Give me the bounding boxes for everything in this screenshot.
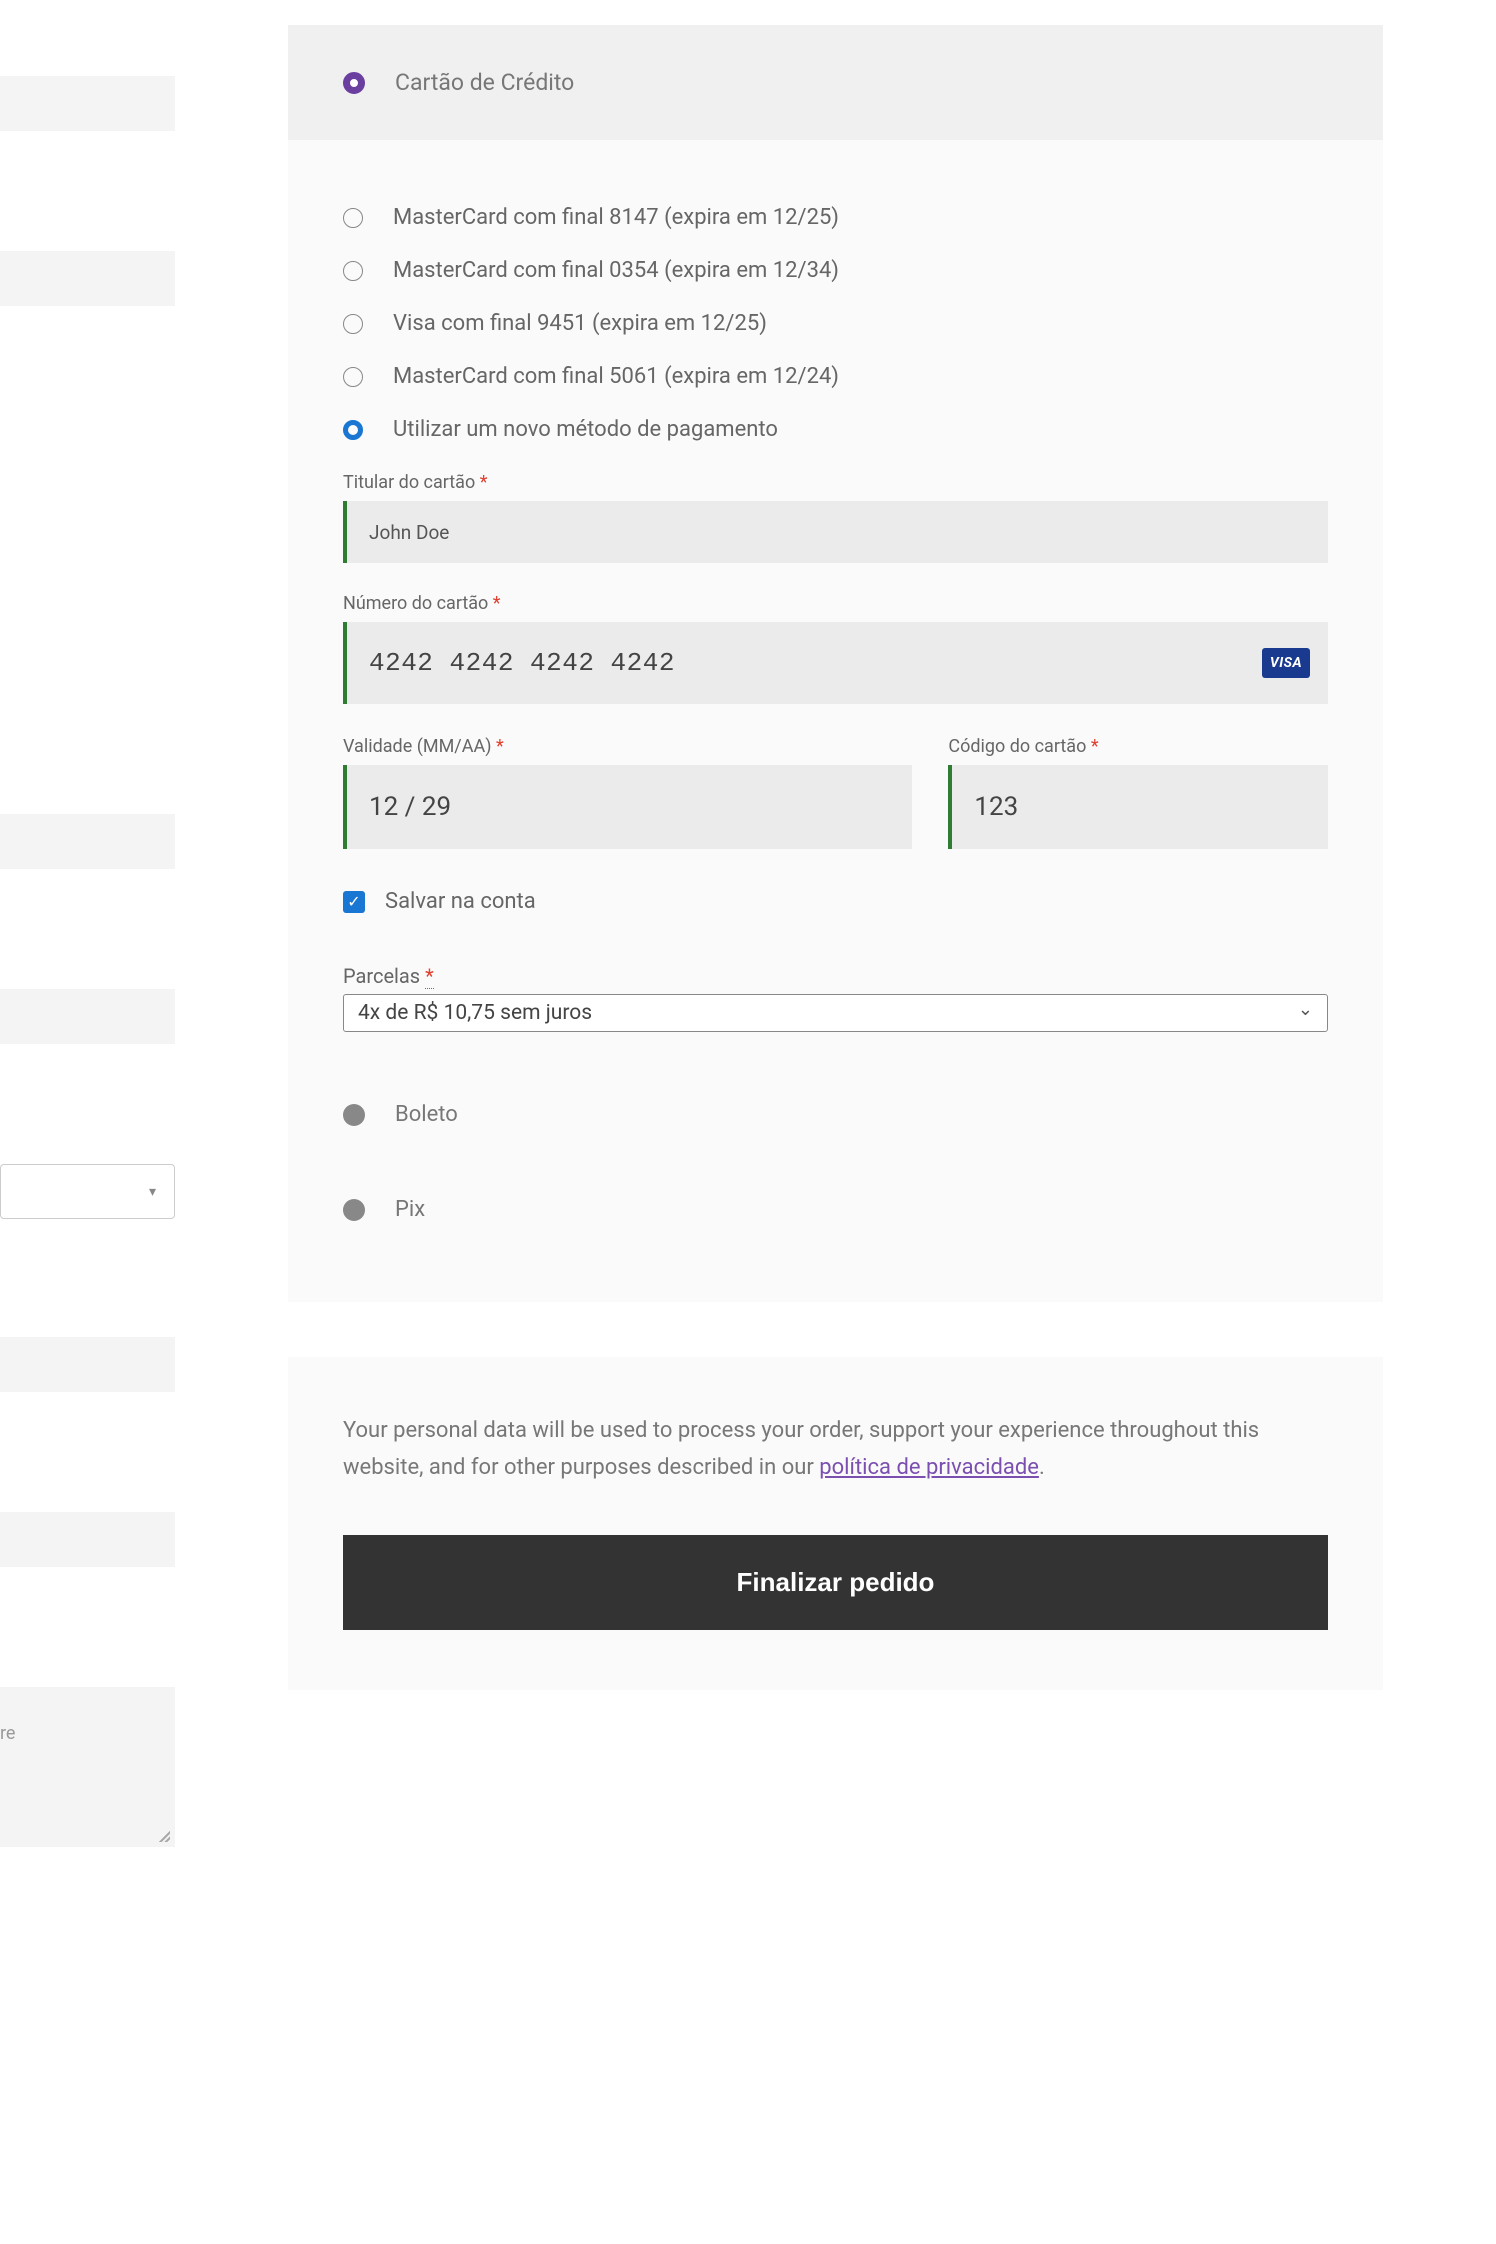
installments-select[interactable]: 4x de R$ 10,75 sem juros <box>343 994 1328 1032</box>
card-number-input-wrap: VISA <box>343 622 1328 704</box>
left-textarea[interactable]: re <box>0 1687 175 1847</box>
new-payment-method-option[interactable]: Utilizar um novo método de pagamento <box>343 417 1328 442</box>
installments-group: Parcelas * 4x de R$ 10,75 sem juros <box>343 964 1328 1032</box>
expiry-label-text: Validade (MM/AA) <box>343 736 491 757</box>
radio-icon <box>343 314 363 334</box>
save-card-label: Salvar na conta <box>385 889 536 914</box>
new-method-label: Utilizar um novo método de pagamento <box>393 417 778 442</box>
installments-value: 4x de R$ 10,75 sem juros <box>358 1001 592 1025</box>
saved-card-label: MasterCard com final 8147 (expira em 12/… <box>393 205 839 230</box>
cardholder-label: Titular do cartão * <box>343 472 1328 493</box>
main-content: Cartão de Crédito MasterCard com final 8… <box>175 0 1496 1847</box>
required-indicator: * <box>480 472 488 493</box>
saved-card-option-1[interactable]: MasterCard com final 0354 (expira em 12/… <box>343 258 1328 283</box>
cvc-group: Código do cartão * <box>948 736 1328 849</box>
expiry-input[interactable] <box>369 792 890 822</box>
left-field-2[interactable] <box>0 251 175 306</box>
radio-icon <box>343 367 363 387</box>
left-field-5[interactable] <box>0 1337 175 1392</box>
cvc-input[interactable] <box>974 792 1306 822</box>
cvc-label-text: Código do cartão <box>948 736 1086 757</box>
privacy-text: Your personal data will be used to proce… <box>343 1412 1328 1487</box>
expiry-cvc-row: Validade (MM/AA) * Código do cartão * <box>343 736 1328 849</box>
cvc-label: Código do cartão * <box>948 736 1328 757</box>
left-sidebar-form: re <box>0 0 175 1847</box>
saved-card-label: Visa com final 9451 (expira em 12/25) <box>393 311 767 336</box>
expiry-group: Validade (MM/AA) * <box>343 736 912 849</box>
privacy-policy-link[interactable]: política de privacidade <box>819 1455 1039 1480</box>
visa-icon: VISA <box>1262 648 1310 678</box>
required-indicator: * <box>425 964 434 989</box>
radio-selected-icon <box>343 420 363 440</box>
credit-card-label: Cartão de Crédito <box>395 69 574 96</box>
payment-body: MasterCard com final 8147 (expira em 12/… <box>288 140 1383 1302</box>
left-field-1[interactable] <box>0 76 175 131</box>
expiry-label: Validade (MM/AA) * <box>343 736 912 757</box>
saved-card-option-3[interactable]: MasterCard com final 5061 (expira em 12/… <box>343 364 1328 389</box>
left-field-4[interactable] <box>0 989 175 1044</box>
save-card-row[interactable]: ✓ Salvar na conta <box>343 889 1328 914</box>
radio-icon <box>343 261 363 281</box>
card-number-label-text: Número do cartão <box>343 593 488 614</box>
saved-card-label: MasterCard com final 5061 (expira em 12/… <box>393 364 839 389</box>
cardholder-label-text: Titular do cartão <box>343 472 475 493</box>
cvc-input-wrap <box>948 765 1328 849</box>
payment-method-pix[interactable]: Pix <box>343 1197 1328 1222</box>
privacy-text-body: Your personal data will be used to proce… <box>343 1418 1259 1480</box>
saved-card-label: MasterCard com final 0354 (expira em 12/… <box>393 258 839 283</box>
saved-card-option-2[interactable]: Visa com final 9451 (expira em 12/25) <box>343 311 1328 336</box>
radio-selected-icon <box>343 72 365 94</box>
submit-order-button[interactable]: Finalizar pedido <box>343 1535 1328 1630</box>
left-field-3[interactable] <box>0 814 175 869</box>
cardholder-input-wrap <box>343 501 1328 563</box>
required-indicator: * <box>496 736 504 757</box>
boleto-label: Boleto <box>395 1102 458 1127</box>
pix-label: Pix <box>395 1197 425 1222</box>
cardholder-input[interactable] <box>369 521 1306 544</box>
privacy-period: . <box>1039 1455 1045 1480</box>
textarea-placeholder: re <box>0 1723 15 1744</box>
footer-panel: Your personal data will be used to proce… <box>288 1357 1383 1690</box>
payment-panel: Cartão de Crédito MasterCard com final 8… <box>288 25 1383 1302</box>
payment-method-credit-card-header[interactable]: Cartão de Crédito <box>288 25 1383 140</box>
installments-label-text: Parcelas <box>343 964 420 988</box>
payment-method-boleto[interactable]: Boleto <box>343 1102 1328 1127</box>
left-select[interactable] <box>0 1164 175 1219</box>
required-indicator: * <box>493 593 501 614</box>
card-number-label: Número do cartão * <box>343 593 1328 614</box>
card-number-group: Número do cartão * VISA <box>343 593 1328 704</box>
saved-card-option-0[interactable]: MasterCard com final 8147 (expira em 12/… <box>343 205 1328 230</box>
installments-label: Parcelas * <box>343 964 434 989</box>
cardholder-group: Titular do cartão * <box>343 472 1328 563</box>
required-indicator: * <box>1091 736 1099 757</box>
radio-icon <box>343 208 363 228</box>
radio-icon <box>343 1104 365 1126</box>
expiry-input-wrap <box>343 765 912 849</box>
card-number-input[interactable] <box>369 648 1306 678</box>
radio-icon <box>343 1199 365 1221</box>
left-field-6[interactable] <box>0 1512 175 1567</box>
checkbox-checked-icon: ✓ <box>343 891 365 913</box>
